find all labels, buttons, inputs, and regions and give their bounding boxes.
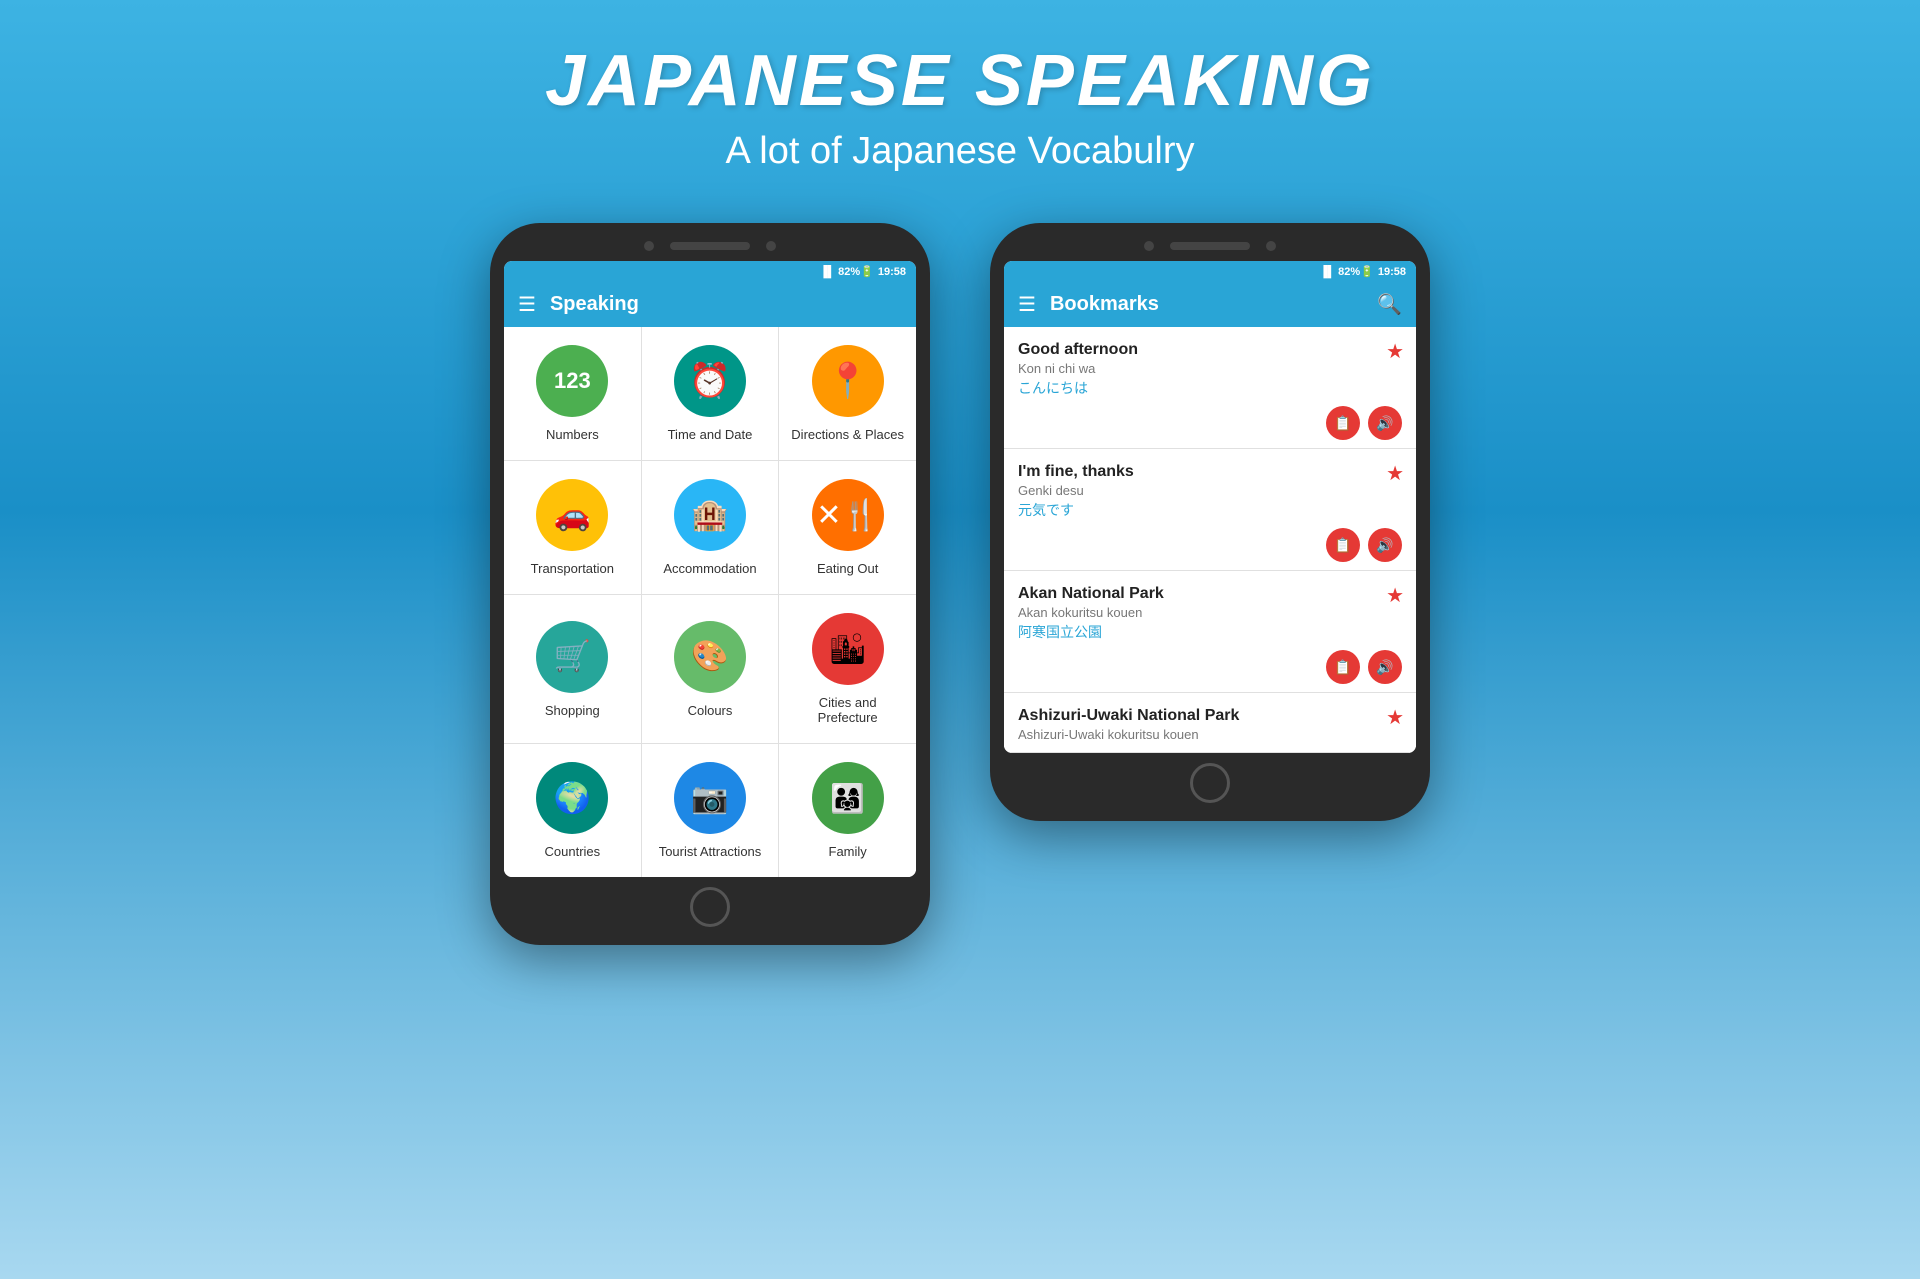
bookmark-star-2[interactable]: ★ xyxy=(1386,461,1404,486)
status-bar-left: ▐▌ 82%🔋 19:58 xyxy=(504,261,916,282)
bookmark-title-2: I'm fine, thanks xyxy=(1018,463,1402,481)
status-bar-right: ▐▌ 82%🔋 19:58 xyxy=(1004,261,1416,282)
category-countries[interactable]: 🌍 Countries xyxy=(504,744,641,877)
colours-label: Colours xyxy=(688,703,733,718)
category-colours[interactable]: 🎨 Colours xyxy=(642,595,779,743)
phone-home-button-left[interactable] xyxy=(690,887,730,927)
bookmark-romaji-2: Genki desu xyxy=(1018,483,1402,498)
status-signal-right: ▐▌ 82%🔋 xyxy=(1320,265,1374,278)
transportation-label: Transportation xyxy=(531,561,614,576)
phone-screen-right: ▐▌ 82%🔋 19:58 ☰ Bookmarks 🔍 ★ Good after… xyxy=(1004,261,1416,753)
bookmark-item-3[interactable]: ★ Akan National Park Akan kokuritsu koue… xyxy=(1004,571,1416,693)
bookmark-actions-1: 📋 🔊 xyxy=(1018,406,1402,440)
colours-icon: 🎨 xyxy=(674,621,746,693)
bookmark-title-1: Good afternoon xyxy=(1018,341,1402,359)
category-tourist[interactable]: 📷 Tourist Attractions xyxy=(642,744,779,877)
category-shopping[interactable]: 🛒 Shopping xyxy=(504,595,641,743)
numbers-icon: 123 xyxy=(536,345,608,417)
bookmark-list: ★ Good afternoon Kon ni chi wa こんにちは 📋 🔊… xyxy=(1004,327,1416,753)
app-bar-left: ☰ Speaking xyxy=(504,282,916,327)
bookmark-romaji-1: Kon ni chi wa xyxy=(1018,361,1402,376)
phone-home-button-right[interactable] xyxy=(1190,763,1230,803)
countries-icon: 🌍 xyxy=(536,762,608,834)
phone-top-bar-left xyxy=(504,241,916,251)
family-icon: 👨‍👩‍👧 xyxy=(812,762,884,834)
status-time-right: 19:58 xyxy=(1378,266,1406,278)
status-time-left: 19:58 xyxy=(878,266,906,278)
bookmark-actions-2: 📋 🔊 xyxy=(1018,528,1402,562)
bookmark-star-1[interactable]: ★ xyxy=(1386,339,1404,364)
bookmark-japanese-2: 元気です xyxy=(1018,500,1402,520)
eating-out-label: Eating Out xyxy=(817,561,878,576)
bookmark-star-4[interactable]: ★ xyxy=(1386,705,1404,730)
tourist-icon: 📷 xyxy=(674,762,746,834)
phone-dot-r1 xyxy=(1144,241,1154,251)
phone-dot xyxy=(644,241,654,251)
numbers-label: Numbers xyxy=(546,427,599,442)
category-time-date[interactable]: ⏰ Time and Date xyxy=(642,327,779,460)
bookmark-actions-3: 📋 🔊 xyxy=(1018,650,1402,684)
bookmark-japanese-1: こんにちは xyxy=(1018,378,1402,398)
category-transportation[interactable]: 🚗 Transportation xyxy=(504,461,641,594)
shopping-label: Shopping xyxy=(545,703,600,718)
speak-button-3[interactable]: 🔊 xyxy=(1368,650,1402,684)
time-date-label: Time and Date xyxy=(668,427,753,442)
phones-container: ▐▌ 82%🔋 19:58 ☰ Speaking 123 Numbers xyxy=(490,223,1430,945)
shopping-icon: 🛒 xyxy=(536,621,608,693)
hamburger-icon-right[interactable]: ☰ xyxy=(1018,292,1036,317)
directions-label: Directions & Places xyxy=(791,427,904,442)
app-bar-title-right: Bookmarks xyxy=(1050,293,1363,316)
speak-button-2[interactable]: 🔊 xyxy=(1368,528,1402,562)
bookmark-title-3: Akan National Park xyxy=(1018,585,1402,603)
app-bar-title-left: Speaking xyxy=(550,293,902,316)
status-signal-left: ▐▌ 82%🔋 xyxy=(820,265,874,278)
search-icon-right[interactable]: 🔍 xyxy=(1377,292,1402,317)
bookmark-romaji-4: Ashizuri-Uwaki kokuritsu kouen xyxy=(1018,727,1402,742)
bookmark-item-2[interactable]: ★ I'm fine, thanks Genki desu 元気です 📋 🔊 xyxy=(1004,449,1416,571)
phone-dot-r2 xyxy=(1266,241,1276,251)
phone-speaker xyxy=(670,242,750,250)
directions-icon: 📍 xyxy=(812,345,884,417)
phone-screen-left: ▐▌ 82%🔋 19:58 ☰ Speaking 123 Numbers xyxy=(504,261,916,877)
family-label: Family xyxy=(829,844,867,859)
time-date-icon: ⏰ xyxy=(674,345,746,417)
phone-speaker-right xyxy=(1170,242,1250,250)
category-cities[interactable]: 🏙 Cities and Prefecture xyxy=(779,595,916,743)
bookmark-star-3[interactable]: ★ xyxy=(1386,583,1404,608)
copy-button-3[interactable]: 📋 xyxy=(1326,650,1360,684)
app-bar-right: ☰ Bookmarks 🔍 xyxy=(1004,282,1416,327)
phone-top-bar-right xyxy=(1004,241,1416,251)
transportation-icon: 🚗 xyxy=(536,479,608,551)
eating-out-icon: ✕🍴 xyxy=(812,479,884,551)
phone-bottom-bar-right xyxy=(1004,763,1416,803)
copy-button-2[interactable]: 📋 xyxy=(1326,528,1360,562)
copy-button-1[interactable]: 📋 xyxy=(1326,406,1360,440)
cities-icon: 🏙 xyxy=(812,613,884,685)
tourist-label: Tourist Attractions xyxy=(659,844,762,859)
phone-left: ▐▌ 82%🔋 19:58 ☰ Speaking 123 Numbers xyxy=(490,223,930,945)
category-family[interactable]: 👨‍👩‍👧 Family xyxy=(779,744,916,877)
phone-right: ▐▌ 82%🔋 19:58 ☰ Bookmarks 🔍 ★ Good after… xyxy=(990,223,1430,821)
accommodation-icon: 🏨 xyxy=(674,479,746,551)
category-directions[interactable]: 📍 Directions & Places xyxy=(779,327,916,460)
header: JAPANESE SPEAKING A lot of Japanese Voca… xyxy=(545,0,1375,193)
bookmark-romaji-3: Akan kokuritsu kouen xyxy=(1018,605,1402,620)
accommodation-label: Accommodation xyxy=(663,561,756,576)
phone-bottom-bar-left xyxy=(504,887,916,927)
bookmark-item-1[interactable]: ★ Good afternoon Kon ni chi wa こんにちは 📋 🔊 xyxy=(1004,327,1416,449)
header-subtitle: A lot of Japanese Vocabulry xyxy=(545,130,1375,173)
bookmark-item-4[interactable]: ★ Ashizuri-Uwaki National Park Ashizuri-… xyxy=(1004,693,1416,753)
category-numbers[interactable]: 123 Numbers xyxy=(504,327,641,460)
header-title: JAPANESE SPEAKING xyxy=(545,40,1375,122)
categories-grid: 123 Numbers ⏰ Time and Date 📍 Directions… xyxy=(504,327,916,877)
bookmark-title-4: Ashizuri-Uwaki National Park xyxy=(1018,707,1402,725)
speak-button-1[interactable]: 🔊 xyxy=(1368,406,1402,440)
cities-label: Cities and Prefecture xyxy=(789,695,906,725)
category-eating-out[interactable]: ✕🍴 Eating Out xyxy=(779,461,916,594)
category-accommodation[interactable]: 🏨 Accommodation xyxy=(642,461,779,594)
hamburger-icon-left[interactable]: ☰ xyxy=(518,292,536,317)
phone-dot-2 xyxy=(766,241,776,251)
bookmark-japanese-3: 阿寒国立公園 xyxy=(1018,622,1402,642)
countries-label: Countries xyxy=(545,844,601,859)
